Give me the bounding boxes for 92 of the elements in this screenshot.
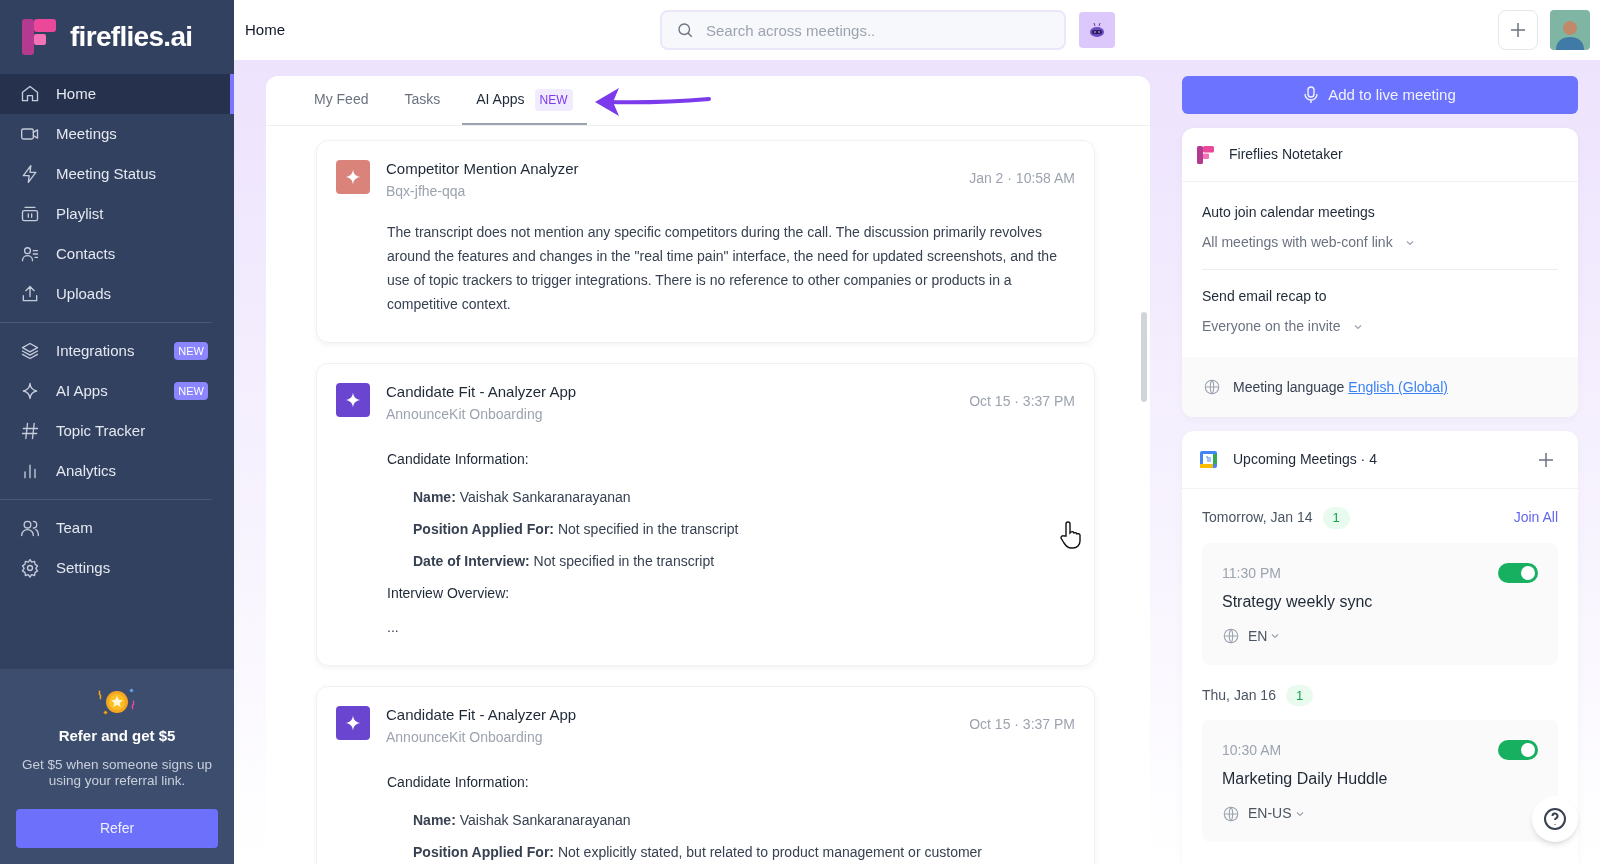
language-dropdown[interactable]: EN-US [1222, 803, 1305, 824]
field-text: Position Applied For: Not explicitly stated, but related to product management or customer [413, 843, 983, 862]
globe-icon [1222, 627, 1240, 645]
globe-icon [1222, 804, 1240, 823]
scrollbar-thumb[interactable] [1141, 312, 1147, 402]
sidebar-item[interactable]: Home [0, 74, 234, 114]
language-dropdown[interactable]: EN [1222, 625, 1281, 647]
add-to-live-meeting-button[interactable]: Add to live meeting [1182, 76, 1578, 114]
auto-join-toggle[interactable] [1498, 562, 1538, 583]
meeting-time: 10:30 AM [1222, 741, 1282, 760]
join-all-link[interactable]: Join All [1513, 507, 1558, 529]
logo-icon [22, 19, 58, 55]
card-timestamp: Oct 15 · 3:37 PM [969, 715, 1075, 734]
referral-title: Refer and get $5 [58, 725, 176, 746]
setting-dropdown[interactable]: Everyone on the invite [1202, 316, 1363, 337]
upload-icon [20, 284, 40, 304]
sidebar-item[interactable]: Uploads [0, 274, 234, 314]
user-avatar[interactable] [1550, 10, 1590, 50]
sidebar-item[interactable]: AI Apps NEW [0, 371, 234, 411]
team-icon [20, 518, 40, 538]
feed-tab[interactable]: My Feed [300, 76, 383, 125]
card-text: The transcript does not mention any specific competitors during the call. The discussion primarily revolves around the features and changes in the "real time pain" interface, the need for updated screenshots, and the use of topic trackers to trigger integrations. There is no reference to other companies or products in a competitive context. [387, 223, 1058, 314]
card-title: Candidate Fit - Analyzer App [386, 705, 578, 725]
layers-icon [20, 341, 40, 361]
microphone-icon [1304, 86, 1319, 104]
setting-dropdown[interactable]: All meetings with web-conf link [1202, 232, 1415, 253]
plus-icon [1509, 21, 1527, 39]
field-text: Name: Vaishak Sankaranarayanan [413, 488, 631, 507]
meeting-title: Marketing Daily Huddle [1222, 769, 1389, 789]
feed-tab[interactable]: AI Apps NEW [462, 76, 587, 125]
language-link[interactable]: English (Global) [1348, 376, 1448, 398]
card-timestamp: Oct 15 · 3:37 PM [969, 392, 1075, 411]
sidebar-item[interactable]: Analytics [0, 451, 234, 491]
search-field[interactable]: Search across meetings.. [660, 10, 1066, 50]
sidebar-item[interactable]: Integrations NEW [0, 331, 234, 371]
app-logo-text: fireflies.ai [70, 20, 193, 54]
robot-icon [1087, 20, 1107, 40]
card-text: ... [387, 618, 400, 637]
sidebar-item[interactable]: Contacts [0, 234, 234, 274]
field-text: Date of Interview: Not specified in the transcript [413, 552, 715, 571]
feed-tab[interactable]: Tasks [390, 76, 455, 125]
field-text: Name: Vaishak Sankaranarayanan [413, 811, 631, 830]
sidebar-item[interactable]: Meetings [0, 114, 234, 154]
contacts-icon [20, 244, 40, 264]
meeting-time: 11:30 PM [1222, 563, 1281, 583]
sidebar-item[interactable]: Playlist [0, 194, 234, 234]
card-title: Competitor Mention Analyzer [386, 159, 580, 179]
auto-join-toggle[interactable] [1498, 740, 1538, 760]
card-subtitle: AnnounceKit Onboarding [386, 728, 544, 747]
sidebar-item[interactable]: Settings [0, 548, 234, 588]
hand-cursor-icon [1058, 520, 1084, 550]
settings-icon [20, 558, 40, 578]
home-icon [20, 84, 40, 104]
section-heading: Candidate Information: [387, 450, 529, 469]
referral-text: Get $5 when someone signs up using your referral link. [21, 757, 213, 789]
playlist-icon [20, 204, 40, 224]
globe-icon [1203, 378, 1221, 396]
refer-button[interactable]: Refer [16, 809, 218, 848]
field-text: Position Applied For: Not specified in the transcript [413, 520, 739, 539]
calendar-icon [1200, 451, 1217, 468]
sidebar-item[interactable]: Meeting Status [0, 154, 234, 194]
help-icon [1543, 807, 1567, 831]
count-badge: 1 [1322, 507, 1350, 529]
page-title: Home [245, 21, 285, 38]
new-badge: NEW [534, 88, 573, 111]
card-title: Fireflies Notetaker [1229, 145, 1343, 164]
day-label: Thu, Jan 16 [1202, 685, 1276, 705]
card-timestamp: Jan 2 · 10:58 AM [969, 169, 1075, 188]
search-icon [676, 21, 694, 39]
meeting-title: Strategy weekly sync [1222, 591, 1374, 612]
card-subtitle: AnnounceKit Onboarding [386, 405, 544, 424]
setting-label: Send email recap to [1202, 287, 1328, 306]
sidebar-item[interactable]: Topic Tracker [0, 411, 234, 451]
new-badge: NEW [174, 341, 208, 361]
setting-label: Auto join calendar meetings [1202, 203, 1376, 222]
assistant-button[interactable] [1079, 12, 1115, 48]
section-heading: Candidate Information: [387, 773, 529, 792]
sparkle-icon [20, 381, 40, 401]
card-title: Candidate Fit - Analyzer App [386, 382, 578, 402]
new-button[interactable] [1498, 10, 1538, 50]
hashtag-icon [20, 421, 40, 441]
language-label: Meeting language [1233, 377, 1345, 397]
count-badge: 1 [1285, 684, 1314, 706]
card-title: Upcoming Meetings · 4 [1233, 450, 1378, 469]
chevron-down-icon [1270, 631, 1281, 641]
sidebar-item[interactable]: Team [0, 508, 234, 548]
section-heading: Interview Overview: [387, 584, 510, 603]
day-label: Tomorrow, Jan 14 [1202, 508, 1313, 528]
logo-icon [1197, 145, 1215, 164]
new-badge: NEW [174, 381, 208, 401]
card-subtitle: Bqx-jfhe-qqa [386, 182, 467, 201]
plus-icon [1538, 451, 1554, 468]
